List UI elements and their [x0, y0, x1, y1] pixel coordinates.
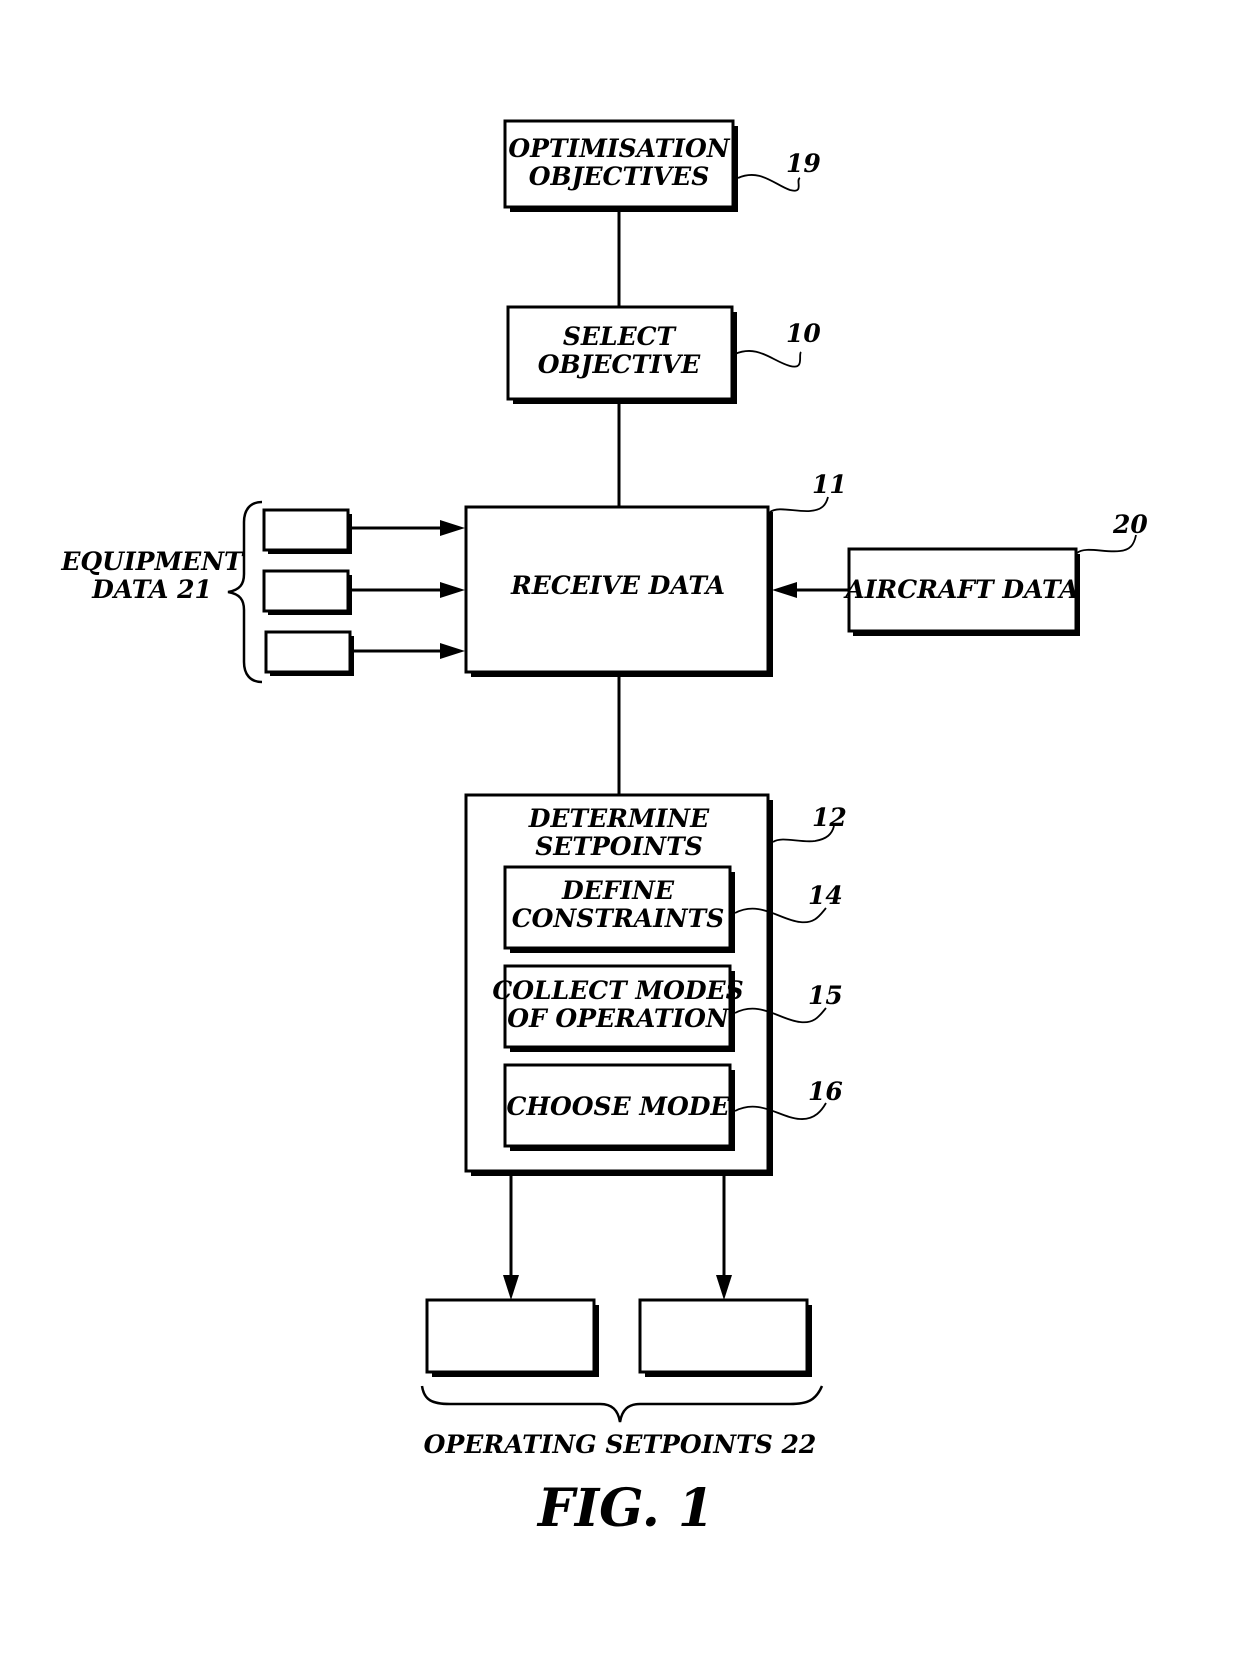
flowchart-diagram: OPTIMISATION OBJECTIVES SELECT OBJECTIVE… [60, 119, 1148, 1539]
select-objective-line-2: OBJECTIVE [538, 350, 701, 379]
ref-number-20: 20 [1112, 510, 1148, 539]
equipment-data-box-1 [262, 508, 352, 554]
lead-line-10 [734, 350, 802, 368]
equipment-data-box-2 [262, 569, 352, 615]
collect-modes-line-1: COLLECT MODES [492, 976, 743, 1005]
receive-data-label: RECEIVE DATA [510, 571, 725, 600]
ref-number-19: 19 [786, 149, 821, 178]
arrowhead-equipment-3 [440, 643, 465, 659]
equipment-data-label-line-1: EQUIPMENT [60, 547, 245, 576]
choose-mode-label: CHOOSE MODE [506, 1092, 730, 1121]
box-aircraft-data: AIRCRAFT DATA [843, 547, 1080, 636]
lead-line-11 [769, 496, 829, 513]
define-constraints-line-2: CONSTRAINTS [512, 904, 725, 933]
ref-number-12: 12 [812, 803, 847, 832]
select-objective-line-1: SELECT [563, 322, 678, 351]
arrowhead-output-1 [503, 1275, 519, 1300]
ref-number-11: 11 [812, 470, 847, 499]
collect-modes-line-2: OF OPERATION [507, 1004, 730, 1033]
determine-setpoints-line-2: SETPOINTS [535, 832, 703, 861]
ref-number-15: 15 [808, 981, 843, 1010]
define-constraints-line-1: DEFINE [561, 876, 675, 905]
operating-setpoint-box-2 [638, 1298, 812, 1377]
brace-equipment-data [227, 500, 263, 684]
ref-number-16: 16 [808, 1077, 843, 1106]
ref-number-14: 14 [808, 881, 843, 910]
box-collect-modes: COLLECT MODES OF OPERATION [492, 964, 744, 1052]
arrowhead-aircraft [772, 582, 797, 598]
determine-setpoints-line-1: DETERMINE [528, 804, 710, 833]
equipment-data-label-line-2: DATA 21 [91, 575, 212, 604]
equipment-data-box-3 [264, 630, 354, 676]
box-select-objective: SELECT OBJECTIVE [506, 305, 737, 404]
figure-caption: FIG. 1 [536, 1478, 714, 1539]
aircraft-data-label: AIRCRAFT DATA [843, 575, 1078, 604]
arrowhead-equipment-2 [440, 582, 465, 598]
operating-setpoint-box-1 [425, 1298, 599, 1377]
box-receive-data: RECEIVE DATA [464, 505, 773, 677]
box-optimisation-objectives: OPTIMISATION OBJECTIVES [503, 119, 738, 212]
arrowhead-output-2 [716, 1275, 732, 1300]
optimisation-objectives-line-2: OBJECTIVES [529, 162, 710, 191]
arrowhead-equipment-1 [440, 520, 465, 536]
optimisation-objectives-line-1: OPTIMISATION [508, 134, 730, 163]
operating-setpoints-label: OPERATING SETPOINTS 22 [424, 1430, 817, 1459]
brace-operating-setpoints [420, 1385, 824, 1423]
box-define-constraints: DEFINE CONSTRAINTS [503, 865, 735, 953]
box-choose-mode: CHOOSE MODE [503, 1063, 735, 1151]
ref-number-10: 10 [786, 319, 821, 348]
